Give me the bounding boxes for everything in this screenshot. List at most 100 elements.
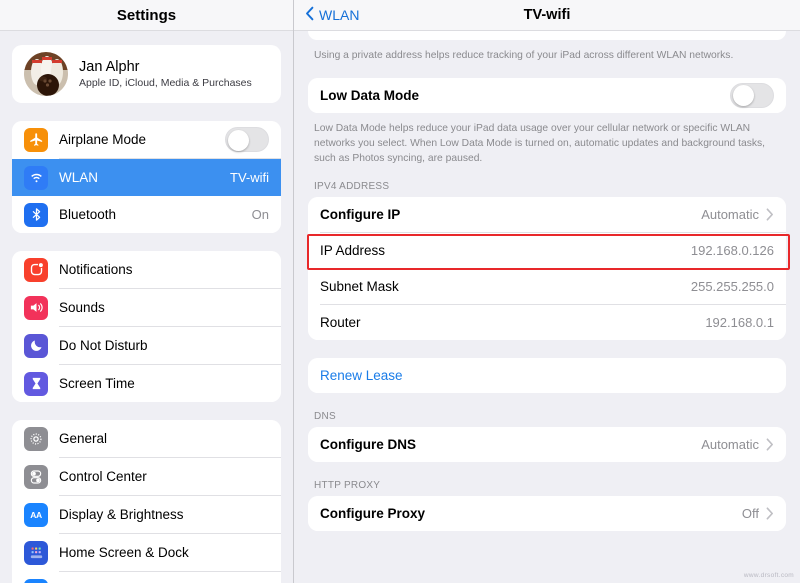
- notifications-icon: [24, 257, 48, 282]
- settings-sidebar: Settings Jan Alphr Apple ID, iCloud, Med…: [0, 0, 294, 583]
- accessibility-icon: [24, 578, 48, 583]
- sidebar-item-home-screen-dock[interactable]: Home Screen & Dock: [12, 534, 281, 571]
- subnet-mask-value: 255.255.255.0: [690, 278, 774, 294]
- router-value: 192.168.0.1: [705, 314, 774, 330]
- detail-header: WLAN TV-wifi: [294, 0, 800, 31]
- sidebar-item-bluetooth[interactable]: Bluetooth On: [12, 196, 281, 233]
- wlan-detail-panel: WLAN TV-wifi Using a private address hel…: [294, 0, 800, 583]
- sidebar-item-accessibility[interactable]: Accessibility: [12, 572, 281, 583]
- back-button[interactable]: WLAN: [294, 6, 359, 24]
- sidebar-item-value: TV-wifi: [230, 170, 269, 185]
- sidebar-item-label: Airplane Mode: [59, 132, 147, 147]
- renew-lease-group: Renew Lease: [308, 357, 786, 393]
- sidebar-item-label: Do Not Disturb: [59, 338, 148, 353]
- configure-ip-label: Configure IP: [320, 206, 401, 222]
- subnet-mask-label: Subnet Mask: [320, 278, 399, 294]
- bluetooth-icon: [24, 202, 48, 227]
- account-text: Jan Alphr Apple ID, iCloud, Media & Purc…: [79, 59, 252, 90]
- configure-ip-value: Automatic: [701, 206, 759, 222]
- dns-group: Configure DNS Automatic: [308, 426, 786, 462]
- sidebar-item-sounds[interactable]: Sounds: [12, 289, 281, 326]
- scrolled-card-remnant: [308, 31, 786, 40]
- system-group: General Control Center AA Display & Brig…: [12, 420, 281, 583]
- back-button-label: WLAN: [319, 7, 360, 23]
- low-data-mode-label: Low Data Mode: [320, 87, 420, 103]
- sidebar-item-airplane-mode[interactable]: Airplane Mode: [12, 121, 281, 158]
- sidebar-item-label: General: [59, 431, 108, 446]
- sidebar-item-do-not-disturb[interactable]: Do Not Disturb: [12, 327, 281, 364]
- configure-dns-label: Configure DNS: [320, 436, 416, 452]
- airplane-icon: [24, 127, 48, 152]
- page-title: TV-wifi: [523, 7, 571, 23]
- configure-ip-row[interactable]: Configure IP Automatic: [308, 196, 786, 232]
- sidebar-item-label: Control Center: [59, 469, 147, 484]
- gear-icon: [24, 426, 48, 451]
- sidebar-item-control-center[interactable]: Control Center: [12, 458, 281, 495]
- moon-icon: [24, 333, 48, 358]
- low-data-mode-note: Low Data Mode helps reduce your iPad dat…: [314, 122, 766, 164]
- sidebar-item-label: Notifications: [59, 262, 133, 277]
- sidebar-item-label: WLAN: [59, 170, 99, 185]
- configure-dns-value: Automatic: [701, 436, 759, 452]
- detail-scroll-area[interactable]: Using a private address helps reduce tra…: [294, 31, 800, 583]
- sidebar-item-wlan[interactable]: WLAN TV-wifi: [12, 159, 281, 196]
- chevron-left-icon: [304, 6, 315, 24]
- ip-address-label: IP Address: [320, 242, 386, 258]
- chevron-right-icon: [766, 438, 774, 451]
- sidebar-item-screen-time[interactable]: Screen Time: [12, 365, 281, 402]
- renew-lease-label: Renew Lease: [320, 367, 403, 383]
- sidebar-scroll-area[interactable]: Jan Alphr Apple ID, iCloud, Media & Purc…: [0, 31, 293, 583]
- low-data-mode-row[interactable]: Low Data Mode: [308, 77, 786, 113]
- http-proxy-group: Configure Proxy Off: [308, 495, 786, 531]
- ipad-settings-screen: Settings Jan Alphr Apple ID, iCloud, Med…: [0, 0, 800, 583]
- sidebar-item-label: Home Screen & Dock: [59, 545, 189, 560]
- ip-address-row[interactable]: IP Address 192.168.0.126: [308, 232, 786, 268]
- low-data-mode-group: Low Data Mode: [308, 77, 786, 113]
- avatar: [24, 52, 68, 96]
- hourglass-icon: [24, 371, 48, 396]
- wifi-icon: [24, 165, 48, 190]
- watermark: www.drsoft.com: [743, 572, 794, 579]
- home-screen-dock-icon: [24, 540, 48, 565]
- bowling-avatar-icon: [24, 52, 68, 96]
- sidebar-item-notifications[interactable]: Notifications: [12, 251, 281, 288]
- alerts-group: Notifications Sounds Do Not Disturb Scre…: [12, 251, 281, 402]
- account-card[interactable]: Jan Alphr Apple ID, iCloud, Media & Purc…: [12, 45, 281, 103]
- sidebar-item-value: On: [251, 207, 269, 222]
- chevron-right-icon: [766, 507, 774, 520]
- account-subtitle: Apple ID, iCloud, Media & Purchases: [79, 77, 252, 90]
- sounds-icon: [24, 295, 48, 320]
- private-address-note: Using a private address helps reduce tra…: [314, 50, 734, 61]
- configure-dns-row[interactable]: Configure DNS Automatic: [308, 426, 786, 462]
- sidebar-title: Settings: [116, 6, 177, 24]
- sidebar-header: Settings: [0, 0, 293, 31]
- ipv4-group-header: IPV4 ADDRESS: [314, 180, 390, 192]
- router-row[interactable]: Router 192.168.0.1: [308, 304, 786, 340]
- subnet-mask-row[interactable]: Subnet Mask 255.255.255.0: [308, 268, 786, 304]
- ipv4-group: Configure IP Automatic IP Address 192.16…: [308, 196, 786, 340]
- configure-proxy-label: Configure Proxy: [320, 505, 426, 521]
- sidebar-item-display-brightness[interactable]: AA Display & Brightness: [12, 496, 281, 533]
- toggle-knob: [227, 129, 249, 151]
- ip-address-value: 192.168.0.126: [690, 242, 774, 258]
- display-brightness-icon: AA: [24, 502, 48, 527]
- sidebar-item-label: Screen Time: [59, 376, 135, 391]
- configure-proxy-value: Off: [741, 505, 759, 521]
- account-name: Jan Alphr: [79, 58, 140, 75]
- chevron-right-icon: [766, 208, 774, 221]
- toggle-knob: [732, 85, 754, 107]
- low-data-mode-toggle[interactable]: [730, 82, 774, 108]
- configure-proxy-row[interactable]: Configure Proxy Off: [308, 495, 786, 531]
- sidebar-item-label: Sounds: [59, 300, 105, 315]
- sidebar-item-general[interactable]: General: [12, 420, 281, 457]
- airplane-mode-toggle[interactable]: [225, 127, 269, 152]
- sidebar-item-label: Bluetooth: [59, 207, 117, 222]
- renew-lease-row[interactable]: Renew Lease: [308, 357, 786, 393]
- dns-group-header: DNS: [314, 410, 336, 422]
- control-center-icon: [24, 464, 48, 489]
- router-label: Router: [320, 314, 361, 330]
- connectivity-group: Airplane Mode WLAN TV-wifi Bluetooth On: [12, 121, 281, 233]
- sidebar-item-label: Display & Brightness: [59, 507, 184, 522]
- account-row[interactable]: Jan Alphr Apple ID, iCloud, Media & Purc…: [12, 45, 281, 103]
- http-proxy-group-header: HTTP PROXY: [314, 479, 381, 491]
